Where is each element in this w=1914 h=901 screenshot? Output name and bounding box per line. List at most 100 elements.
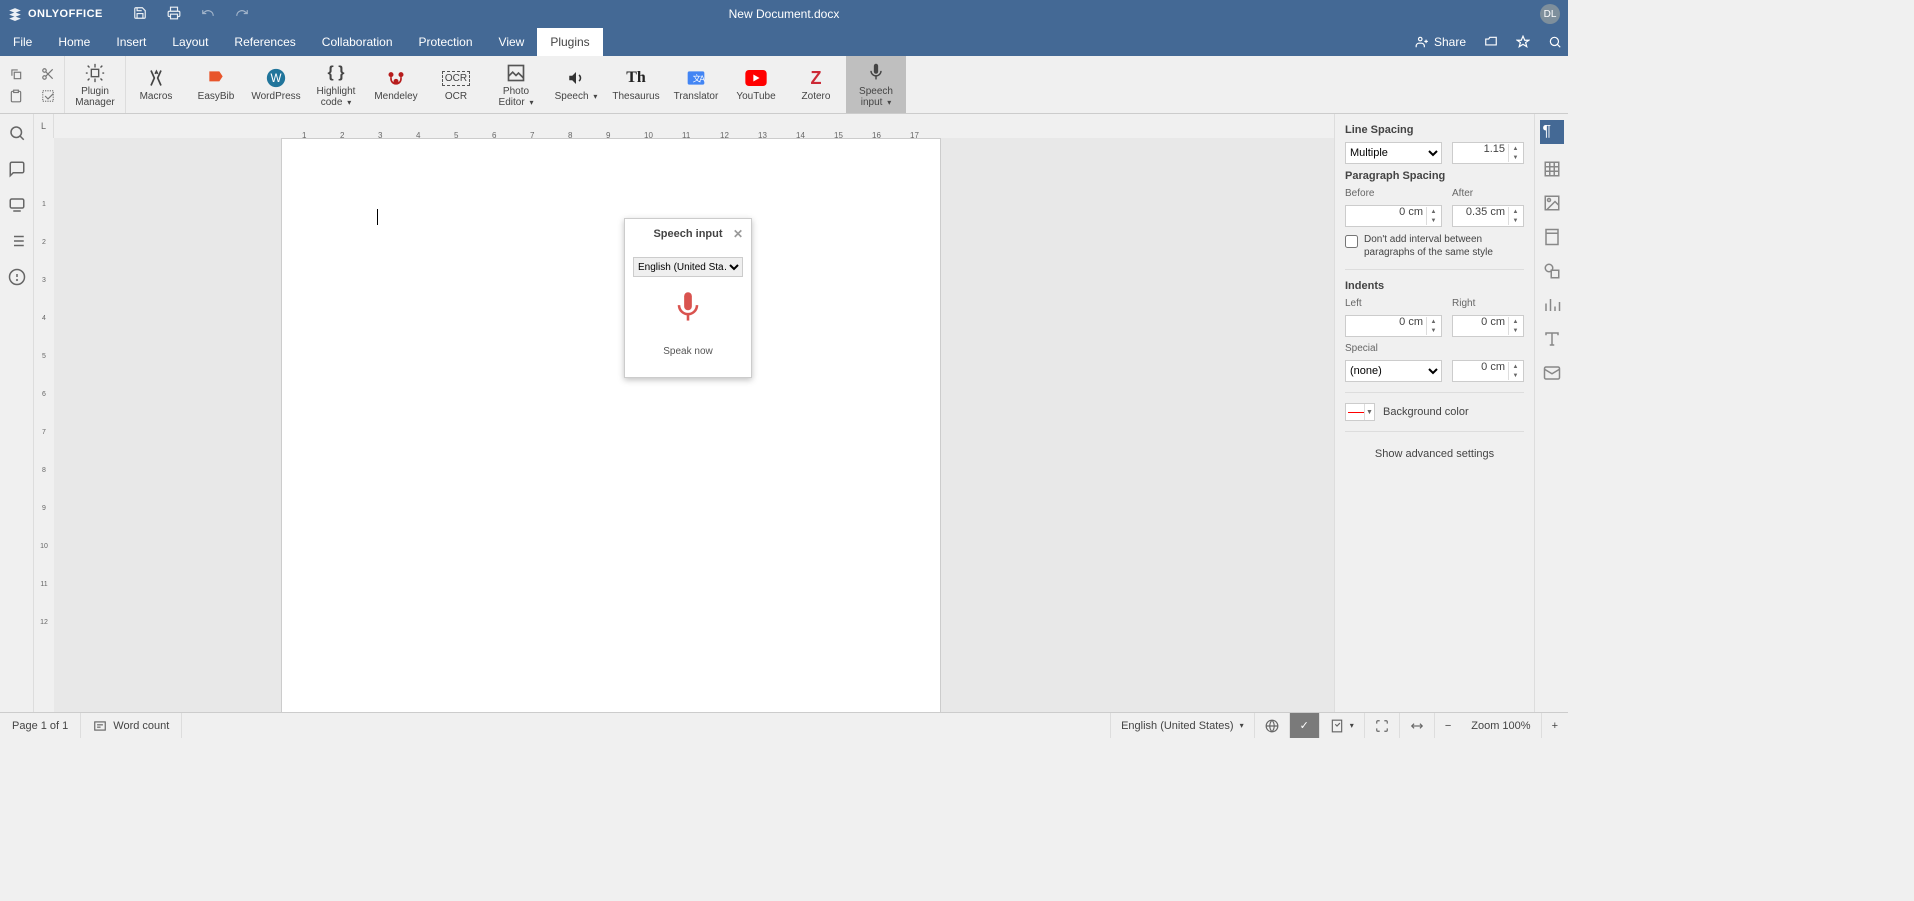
indent-right-input[interactable]: 0 cm▲▼ bbox=[1452, 315, 1524, 337]
cut-icon[interactable] bbox=[38, 64, 58, 84]
text-cursor bbox=[377, 209, 378, 225]
dialog-title: Speech input bbox=[653, 228, 722, 240]
line-spacing-label: Line Spacing bbox=[1345, 124, 1524, 136]
chat-icon[interactable] bbox=[8, 196, 26, 214]
save-icon[interactable] bbox=[133, 6, 147, 23]
menu-tab-protection[interactable]: Protection bbox=[406, 28, 486, 56]
track-changes-icon[interactable]: ▾ bbox=[1319, 713, 1364, 738]
speak-hint: Speak now bbox=[663, 346, 712, 357]
plugin-easybib-button[interactable]: EasyBib bbox=[186, 56, 246, 113]
comments-icon[interactable] bbox=[8, 160, 26, 178]
plugin-ocr-button[interactable]: OCROCR bbox=[426, 56, 486, 113]
plugin-youtube-button[interactable]: YouTube bbox=[726, 56, 786, 113]
user-avatar[interactable]: DL bbox=[1540, 4, 1560, 24]
document-canvas[interactable]: Speech input ✕ English (United Sta… Spea… bbox=[54, 138, 1334, 712]
menu-tab-layout[interactable]: Layout bbox=[159, 28, 221, 56]
vertical-ruler[interactable]: 123456789101112 bbox=[34, 138, 54, 712]
special-indent-select[interactable]: (none) bbox=[1345, 360, 1442, 382]
paragraph-settings-icon[interactable]: ¶ bbox=[1540, 120, 1564, 144]
fit-width-icon[interactable] bbox=[1399, 713, 1434, 738]
status-bar: Page 1 of 1 Word count English (United S… bbox=[0, 712, 1568, 738]
favorite-icon[interactable] bbox=[1516, 35, 1530, 49]
share-button[interactable]: Share bbox=[1415, 35, 1466, 49]
menu-tab-collaboration[interactable]: Collaboration bbox=[309, 28, 406, 56]
zoom-in-button[interactable]: + bbox=[1541, 713, 1568, 738]
left-sidebar bbox=[0, 114, 34, 712]
plugin-macros-button[interactable]: Macros bbox=[126, 56, 186, 113]
shape-settings-icon[interactable] bbox=[1543, 262, 1561, 280]
set-language-icon[interactable] bbox=[1254, 713, 1289, 738]
spacing-after-input[interactable]: 0.35 cm▲▼ bbox=[1452, 205, 1524, 227]
feedback-icon[interactable] bbox=[8, 268, 26, 286]
paste-icon[interactable] bbox=[6, 86, 26, 106]
open-location-icon[interactable] bbox=[1484, 35, 1498, 49]
right-icon-bar: ¶ bbox=[1534, 114, 1568, 712]
plugin-thesaurus-button[interactable]: ThThesaurus bbox=[606, 56, 666, 113]
paragraph-spacing-label: Paragraph Spacing bbox=[1345, 170, 1524, 182]
menu-tab-file[interactable]: File bbox=[0, 28, 45, 56]
plugin-speech-input-button[interactable]: Speech input ▾ bbox=[846, 56, 906, 113]
print-icon[interactable] bbox=[167, 6, 181, 23]
fit-page-icon[interactable] bbox=[1364, 713, 1399, 738]
spellcheck-icon[interactable]: ✓ bbox=[1289, 713, 1319, 738]
find-icon[interactable] bbox=[8, 124, 26, 142]
menu-tab-references[interactable]: References bbox=[221, 28, 308, 56]
mailmerge-icon[interactable] bbox=[1543, 364, 1561, 382]
svg-text:W: W bbox=[270, 72, 281, 85]
page-indicator[interactable]: Page 1 of 1 bbox=[0, 713, 81, 738]
select-all-icon[interactable] bbox=[38, 86, 58, 106]
plugin-wordpress-button[interactable]: WWordPress bbox=[246, 56, 306, 113]
plugin-zotero-button[interactable]: ZZotero bbox=[786, 56, 846, 113]
table-settings-icon[interactable] bbox=[1543, 160, 1561, 178]
language-select[interactable]: English (United Sta… bbox=[633, 257, 743, 277]
plugin-photo-editor-button[interactable]: Photo Editor ▾ bbox=[486, 56, 546, 113]
textart-settings-icon[interactable] bbox=[1543, 330, 1561, 348]
redo-icon[interactable] bbox=[235, 6, 249, 23]
background-color-picker[interactable]: ▼ bbox=[1345, 403, 1375, 421]
advanced-settings-link[interactable]: Show advanced settings bbox=[1345, 448, 1524, 460]
paragraph-settings-panel: Line Spacing Multiple 1.15▲▼ Paragraph S… bbox=[1334, 114, 1534, 712]
menu-tab-view[interactable]: View bbox=[486, 28, 538, 56]
tab-stop-marker[interactable]: L bbox=[34, 114, 54, 138]
special-indent-input[interactable]: 0 cm▲▼ bbox=[1452, 360, 1524, 382]
plugin-speech-button[interactable]: Speech ▾ bbox=[546, 56, 606, 113]
zoom-level[interactable]: Zoom 100% bbox=[1461, 713, 1540, 738]
chart-settings-icon[interactable] bbox=[1543, 296, 1561, 314]
share-icon bbox=[1415, 35, 1429, 49]
plugins-ribbon: Plugin Manager MacrosEasyBibWWordPress{ … bbox=[0, 56, 1568, 114]
plugin-translator-button[interactable]: 文ATranslator bbox=[666, 56, 726, 113]
indent-left-input[interactable]: 0 cm▲▼ bbox=[1345, 315, 1442, 337]
plugin-manager-button[interactable]: Plugin Manager bbox=[65, 56, 125, 113]
page bbox=[281, 138, 941, 712]
app-logo-icon bbox=[8, 7, 22, 21]
svg-text:A: A bbox=[699, 73, 705, 83]
speech-input-dialog: Speech input ✕ English (United Sta… Spea… bbox=[624, 218, 752, 378]
word-count-button[interactable]: Word count bbox=[81, 713, 182, 738]
search-icon[interactable] bbox=[1548, 35, 1562, 49]
no-interval-checkbox[interactable]: Don't add interval between paragraphs of… bbox=[1345, 233, 1524, 259]
wordcount-icon bbox=[93, 719, 107, 733]
plugin-mendeley-button[interactable]: Mendeley bbox=[366, 56, 426, 113]
close-icon[interactable]: ✕ bbox=[733, 227, 743, 241]
copy-icon[interactable] bbox=[6, 64, 26, 84]
zoom-out-button[interactable]: − bbox=[1434, 713, 1461, 738]
document-title: New Document.docx bbox=[729, 7, 840, 21]
share-label: Share bbox=[1434, 35, 1466, 49]
plugin-highlight-code-button[interactable]: { }Highlight code ▾ bbox=[306, 56, 366, 113]
brand-text: ONLYOFFICE bbox=[28, 8, 103, 20]
undo-icon[interactable] bbox=[201, 6, 215, 23]
menu-tab-plugins[interactable]: Plugins bbox=[537, 28, 602, 56]
line-spacing-value-input[interactable]: 1.15▲▼ bbox=[1452, 142, 1524, 164]
image-settings-icon[interactable] bbox=[1543, 194, 1561, 212]
header-footer-icon[interactable] bbox=[1543, 228, 1561, 246]
menu-bar: FileHomeInsertLayoutReferencesCollaborat… bbox=[0, 28, 1568, 56]
menu-tab-home[interactable]: Home bbox=[45, 28, 103, 56]
spacing-before-input[interactable]: 0 cm▲▼ bbox=[1345, 205, 1442, 227]
microphone-icon[interactable] bbox=[672, 291, 704, 332]
brand: ONLYOFFICE bbox=[8, 7, 103, 21]
title-bar: ONLYOFFICE New Document.docx DL bbox=[0, 0, 1568, 28]
line-spacing-mode-select[interactable]: Multiple bbox=[1345, 142, 1442, 164]
document-language-button[interactable]: English (United States)▾ bbox=[1110, 713, 1254, 738]
menu-tab-insert[interactable]: Insert bbox=[103, 28, 159, 56]
headings-icon[interactable] bbox=[8, 232, 26, 250]
